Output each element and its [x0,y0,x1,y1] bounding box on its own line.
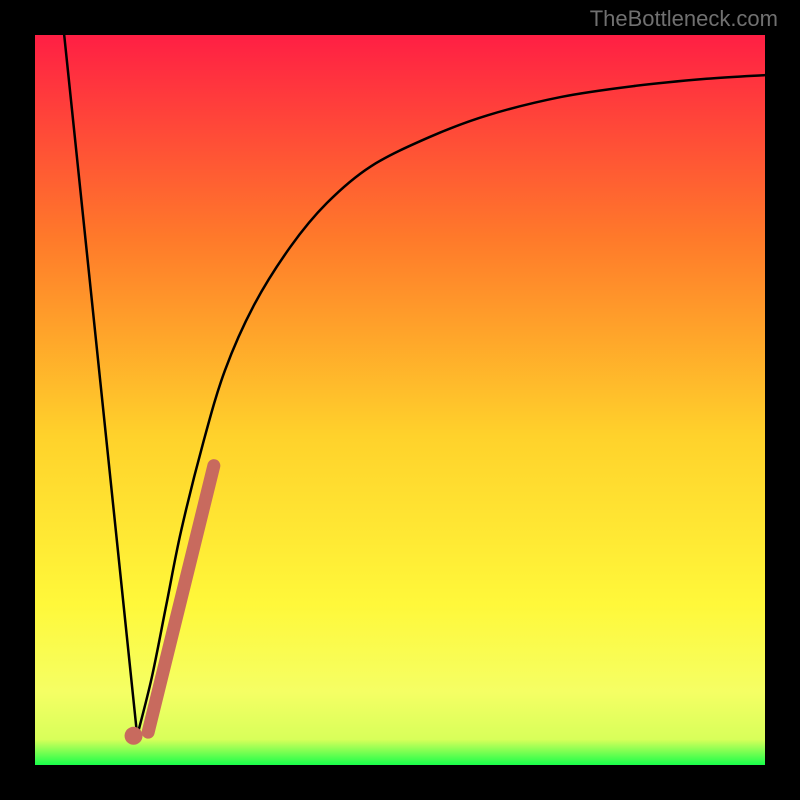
chart-frame: TheBottleneck.com [0,0,800,800]
marker-dot [125,727,143,745]
gradient-background [35,35,765,765]
attribution-label: TheBottleneck.com [590,6,778,32]
plot-svg [35,35,765,765]
plot-area [35,35,765,765]
